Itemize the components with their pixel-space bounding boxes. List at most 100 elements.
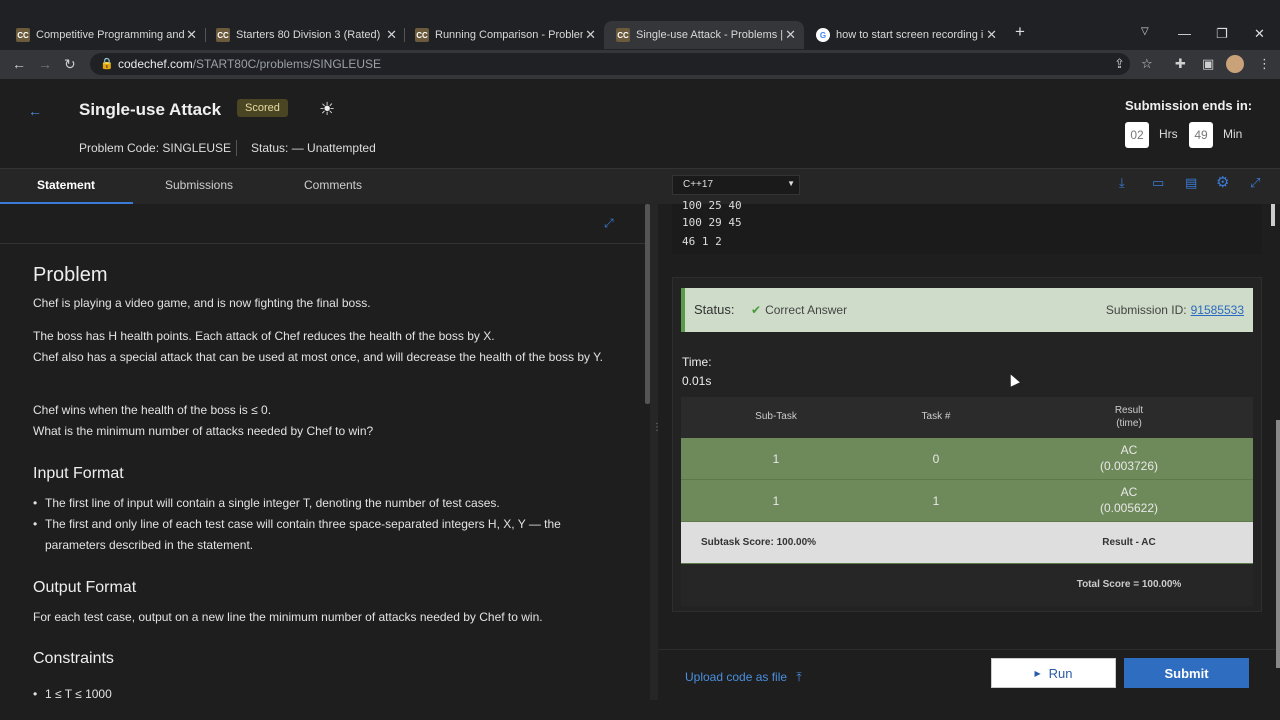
extensions-puzzle-icon[interactable]: ✚ — [1175, 56, 1186, 72]
tab-title: Single-use Attack - Problems | Co — [636, 29, 784, 41]
save-icon[interactable]: ▤ — [1185, 175, 1197, 191]
submission-id-link[interactable]: 91585533 — [1191, 303, 1244, 317]
constraint-item: 1 ≤ T ≤ 1000 — [33, 684, 605, 700]
output-scrollbar[interactable] — [1271, 204, 1275, 226]
table-row: 1 1 AC (0.005622) — [681, 480, 1253, 522]
forward-arrow-icon[interactable]: → — [38, 56, 52, 72]
timer-minutes: 49 — [1189, 122, 1213, 148]
action-bar: Upload code as file ⤒ ▶ Run Submit — [658, 649, 1280, 700]
back-arrow-icon[interactable]: ← — [12, 56, 26, 72]
browser-tab-3[interactable]: CC Running Comparison - Problems ✕ — [399, 22, 604, 48]
browser-tab-5[interactable]: G how to start screen recording in ✕ — [800, 22, 1005, 48]
page-scrollbar[interactable] — [1276, 420, 1280, 668]
statement-paragraph: Chef also has a special attack that can … — [33, 350, 603, 364]
url-text: codechef.com/START80C/problems/SINGLEUSE — [118, 57, 382, 71]
input-format-heading: Input Format — [33, 465, 124, 482]
constraints-heading: Constraints — [33, 650, 114, 667]
bookmark-star-icon[interactable]: ☆ — [1141, 56, 1153, 72]
cell-task: 0 — [932, 452, 940, 466]
tab-statement[interactable]: Statement — [37, 178, 95, 192]
upload-code-link[interactable]: Upload code as file ⤒ — [685, 670, 802, 685]
side-panel-icon[interactable]: ▣ — [1202, 56, 1214, 72]
browser-tab-active[interactable]: CC Single-use Attack - Problems | Co ✕ — [604, 21, 804, 49]
close-icon[interactable]: ✕ — [186, 27, 197, 43]
problem-tabs-bar: Statement Submissions Comments — [0, 168, 1280, 204]
comment-icon[interactable]: ▭ — [1152, 175, 1164, 191]
submission-ends-label: Submission ends in: — [1125, 98, 1253, 113]
tab-title: Starters 80 Division 3 (Rated) Co — [236, 29, 384, 41]
codechef-favicon-icon: CC — [216, 28, 230, 42]
fullscreen-icon[interactable]: ⤢ — [1250, 175, 1260, 191]
cell-task: 1 — [932, 494, 940, 508]
time-label: Time: — [682, 355, 712, 369]
codechef-favicon-icon: CC — [616, 28, 630, 42]
submission-result: Status: ✔ Correct Answer Submission ID: 91… — [672, 277, 1262, 612]
gear-icon[interactable]: ⚙ — [1216, 173, 1229, 191]
lock-icon: 🔒 — [100, 58, 114, 70]
output-format-text: For each test case, output on a new line… — [33, 610, 543, 624]
new-tab-plus-icon[interactable]: + — [1015, 22, 1025, 42]
timer-hours-unit: Hrs — [1159, 127, 1178, 141]
tab-title: how to start screen recording in — [836, 29, 984, 41]
share-icon[interactable]: ⇪ — [1114, 56, 1125, 72]
cell-subtask: 1 — [772, 494, 780, 508]
expand-icon[interactable]: ⤢ — [604, 216, 614, 231]
maximize-icon[interactable]: ❐ — [1216, 26, 1228, 42]
check-icon: ✔ — [751, 303, 762, 317]
divider — [236, 140, 237, 156]
output-line: 100 29 45 — [682, 216, 742, 229]
minimize-icon[interactable]: — — [1178, 26, 1191, 41]
statement-paragraph: What is the minimum number of attacks ne… — [33, 424, 374, 438]
codechef-favicon-icon: CC — [415, 28, 429, 42]
window-close-icon[interactable]: ✕ — [1254, 26, 1265, 42]
browser-tab-bar: CC Competitive Programming and C ✕ CC St… — [0, 0, 1280, 50]
statement-toolbar: ⤢ — [0, 204, 645, 244]
close-icon[interactable]: ✕ — [585, 27, 596, 43]
time-value: 0.01s — [682, 374, 712, 388]
tab-submissions[interactable]: Submissions — [165, 178, 233, 192]
profile-avatar[interactable] — [1226, 55, 1244, 73]
statement-paragraph: Chef wins when the health of the boss is… — [33, 403, 272, 417]
page-title: Single-use Attack — [79, 100, 222, 119]
input-format-item: The first line of input will contain a s… — [33, 493, 605, 514]
back-arrow-icon[interactable]: ← — [28, 103, 42, 119]
reload-icon[interactable]: ↻ — [64, 56, 76, 73]
subtask-score: Subtask Score: 100.00% — [701, 537, 817, 548]
code-output: 100 25 40 100 29 45 46 1 2 — [672, 199, 1275, 254]
close-icon[interactable]: ✕ — [986, 27, 997, 43]
browser-menu-icon[interactable]: ⋮ — [1258, 56, 1271, 72]
close-icon[interactable]: ✕ — [386, 27, 397, 43]
input-format-item: The first and only line of each test cas… — [33, 514, 605, 556]
tab-search-chevron-icon[interactable]: ▽ — [1141, 26, 1149, 37]
status-label: Status: — [694, 302, 735, 317]
address-bar[interactable]: 🔒 codechef.com/START80C/problems/SINGLEU… — [90, 53, 1130, 75]
tab-title: Running Comparison - Problems — [435, 29, 583, 41]
run-button[interactable]: ▶ Run — [991, 658, 1116, 688]
language-select[interactable]: C++17 ▼ — [672, 175, 800, 195]
submit-button[interactable]: Submit — [1124, 658, 1249, 688]
chevron-down-icon: ▼ — [787, 179, 795, 188]
close-icon[interactable]: ✕ — [785, 27, 796, 43]
output-line: 100 25 40 — [682, 199, 742, 212]
header-subtask: Sub-Task — [755, 411, 797, 422]
google-favicon-icon: G — [816, 28, 830, 42]
theme-sun-icon[interactable]: ☀ — [319, 99, 335, 120]
status-value: ✔ Correct Answer — [751, 303, 848, 317]
problem-heading: Problem — [33, 264, 108, 286]
codechef-favicon-icon: CC — [16, 28, 30, 42]
total-score: Total Score = 100.00% — [1076, 579, 1182, 590]
header-task: Task # — [921, 411, 951, 422]
problem-code: Problem Code: SINGLEUSE — [79, 141, 232, 155]
editor-result-panel: 100 25 40 100 29 45 46 1 2 Status: ✔ Corr… — [658, 199, 1280, 700]
tab-comments[interactable]: Comments — [304, 178, 362, 192]
browser-tab-2[interactable]: CC Starters 80 Division 3 (Rated) Co ✕ — [200, 22, 405, 48]
panel-splitter[interactable]: ⋮ — [650, 204, 662, 700]
download-icon[interactable]: ⤓ — [1119, 175, 1125, 191]
problem-status: Status: — Unattempted — [251, 141, 376, 155]
cell-subtask: 1 — [772, 452, 780, 466]
browser-tab-1[interactable]: CC Competitive Programming and C ✕ — [0, 22, 205, 48]
upload-icon: ⤒ — [796, 670, 802, 684]
output-format-heading: Output Format — [33, 579, 137, 596]
cell-result: AC — [1120, 443, 1138, 457]
status-banner: Status: ✔ Correct Answer Submission ID: 91… — [681, 288, 1253, 332]
